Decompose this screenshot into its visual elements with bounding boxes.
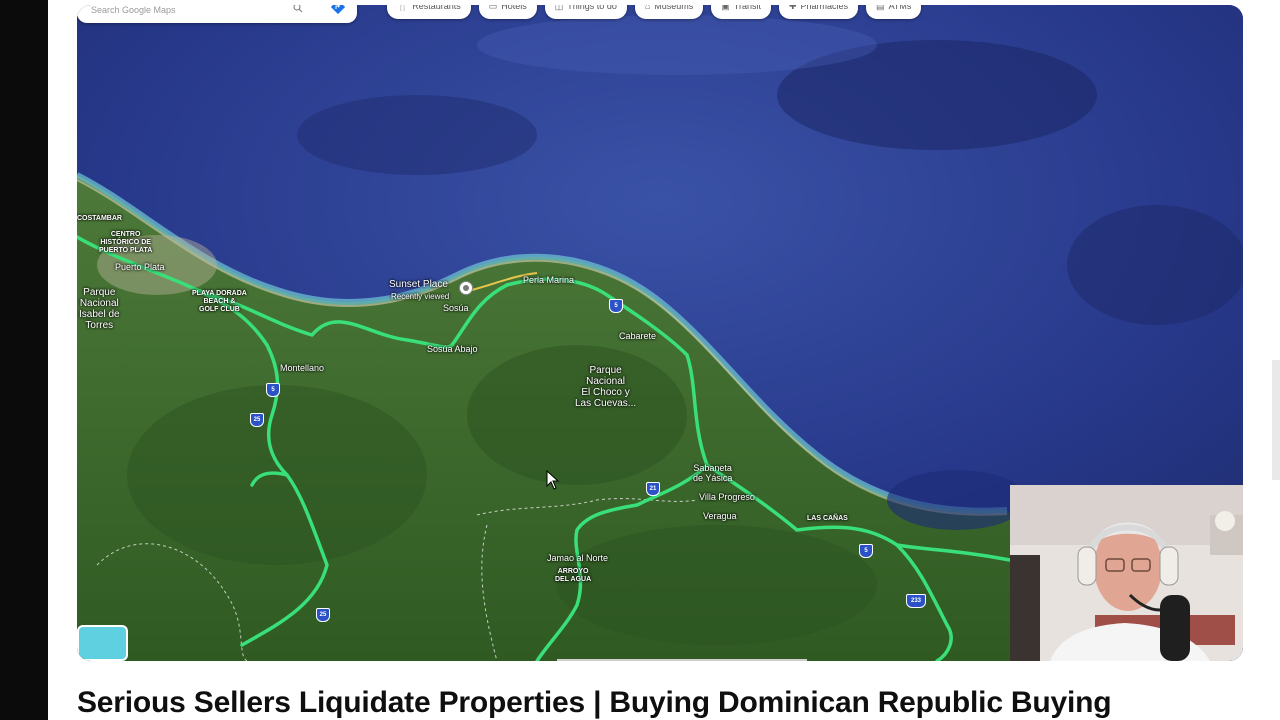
map-layers-button[interactable] bbox=[77, 625, 128, 661]
map-label-sosua[interactable]: Sosúa bbox=[443, 303, 469, 313]
map-label-parque-isabel-de-torres[interactable]: Parque Nacional Isabel de Torres bbox=[79, 287, 120, 331]
map-label-montellano[interactable]: Montellano bbox=[280, 363, 324, 373]
chip-things-to-do[interactable]: ◫ Things to do bbox=[544, 5, 627, 19]
mouse-cursor-icon bbox=[546, 470, 560, 490]
map-label-costambar[interactable]: COSTAMBAR bbox=[77, 215, 122, 223]
map-label-villa-progreso[interactable]: Villa Progreso bbox=[699, 492, 755, 502]
directions-icon[interactable] bbox=[331, 5, 345, 14]
route-shield: 25 bbox=[250, 413, 264, 427]
route-shield: 25 bbox=[316, 608, 330, 622]
pharmacy-icon: ✚ bbox=[788, 5, 797, 11]
chip-hotels[interactable]: ▭ Hotels bbox=[478, 5, 537, 19]
map-label-arroyo-del-agua[interactable]: ARROYO DEL AGUA bbox=[555, 568, 591, 584]
chip-label: Things to do bbox=[567, 5, 617, 11]
route-shield: 5 bbox=[609, 299, 623, 313]
camera-icon: ◫ bbox=[554, 5, 564, 11]
category-chips: 🍴 Restaurants ▭ Hotels ◫ Things to do ⌂ … bbox=[387, 5, 922, 19]
map-label-puerto-plata[interactable]: Puerto Plata bbox=[115, 262, 165, 272]
chip-label: Museums bbox=[654, 5, 694, 11]
route-shield: 5 bbox=[266, 383, 280, 397]
location-pin-icon[interactable] bbox=[459, 281, 473, 295]
webcam-overlay-image bbox=[1010, 485, 1243, 661]
chip-label: Hotels bbox=[501, 5, 527, 11]
route-shield: 21 bbox=[646, 482, 660, 496]
transit-icon: ▣ bbox=[721, 5, 730, 11]
scrollbar[interactable] bbox=[1272, 360, 1280, 480]
map-label-sosua-abajo[interactable]: Sosúa Abajo bbox=[427, 344, 478, 354]
restaurant-icon: 🍴 bbox=[397, 5, 409, 11]
map-label-parque-el-choco[interactable]: Parque Nacional El Choco y Las Cuevas... bbox=[575, 365, 636, 409]
map-label-centro-historico[interactable]: CENTRO HISTÓRICO DE PUERTO PLATA bbox=[99, 231, 152, 255]
chip-restaurants[interactable]: 🍴 Restaurants bbox=[387, 5, 471, 19]
chip-label: Transit bbox=[733, 5, 761, 11]
video-player[interactable]: Search Google Maps 🍴 Restaurants ▭ Hotel… bbox=[77, 5, 1243, 661]
left-sidebar-strip bbox=[0, 0, 48, 720]
chip-pharmacies[interactable]: ✚ Pharmacies bbox=[778, 5, 859, 19]
map-label-sunset-place[interactable]: Sunset Place bbox=[389, 279, 448, 290]
map-label-las-canas[interactable]: LAS CAÑAS bbox=[807, 515, 848, 523]
search-placeholder: Search Google Maps bbox=[91, 5, 176, 15]
chip-label: Restaurants bbox=[412, 5, 461, 11]
map-label-perla-marina[interactable]: Perla Marina bbox=[523, 275, 574, 285]
map-label-sabaneta-de-yasica[interactable]: Sabaneta de Yásica bbox=[693, 463, 732, 483]
museum-icon: ⌂ bbox=[644, 5, 651, 11]
search-icon[interactable] bbox=[293, 5, 303, 13]
chip-museums[interactable]: ⌂ Museums bbox=[634, 5, 704, 19]
map-search-input[interactable]: Search Google Maps bbox=[77, 5, 357, 23]
video-progress-bar[interactable] bbox=[557, 659, 807, 661]
route-shield: 5 bbox=[859, 544, 873, 558]
chip-atms[interactable]: ▤ ATMs bbox=[866, 5, 922, 19]
chip-label: Pharmacies bbox=[800, 5, 849, 11]
map-label-playa-dorada[interactable]: PLAYA DORADA BEACH & GOLF CLUB bbox=[192, 290, 247, 314]
atm-icon: ▤ bbox=[876, 5, 885, 11]
map-label-cabarete[interactable]: Cabarete bbox=[619, 331, 656, 341]
map-label-recently-viewed: Recently viewed bbox=[391, 292, 450, 301]
chip-transit[interactable]: ▣ Transit bbox=[711, 5, 771, 19]
chip-label: ATMs bbox=[888, 5, 912, 11]
map-label-veragua[interactable]: Veragua bbox=[703, 511, 737, 521]
video-title[interactable]: Serious Sellers Liquidate Properties | B… bbox=[77, 686, 1112, 720]
route-shield: 233 bbox=[906, 594, 926, 608]
map-label-jamao-al-norte[interactable]: Jamao al Norte bbox=[547, 553, 608, 563]
hotel-icon: ▭ bbox=[488, 5, 498, 11]
